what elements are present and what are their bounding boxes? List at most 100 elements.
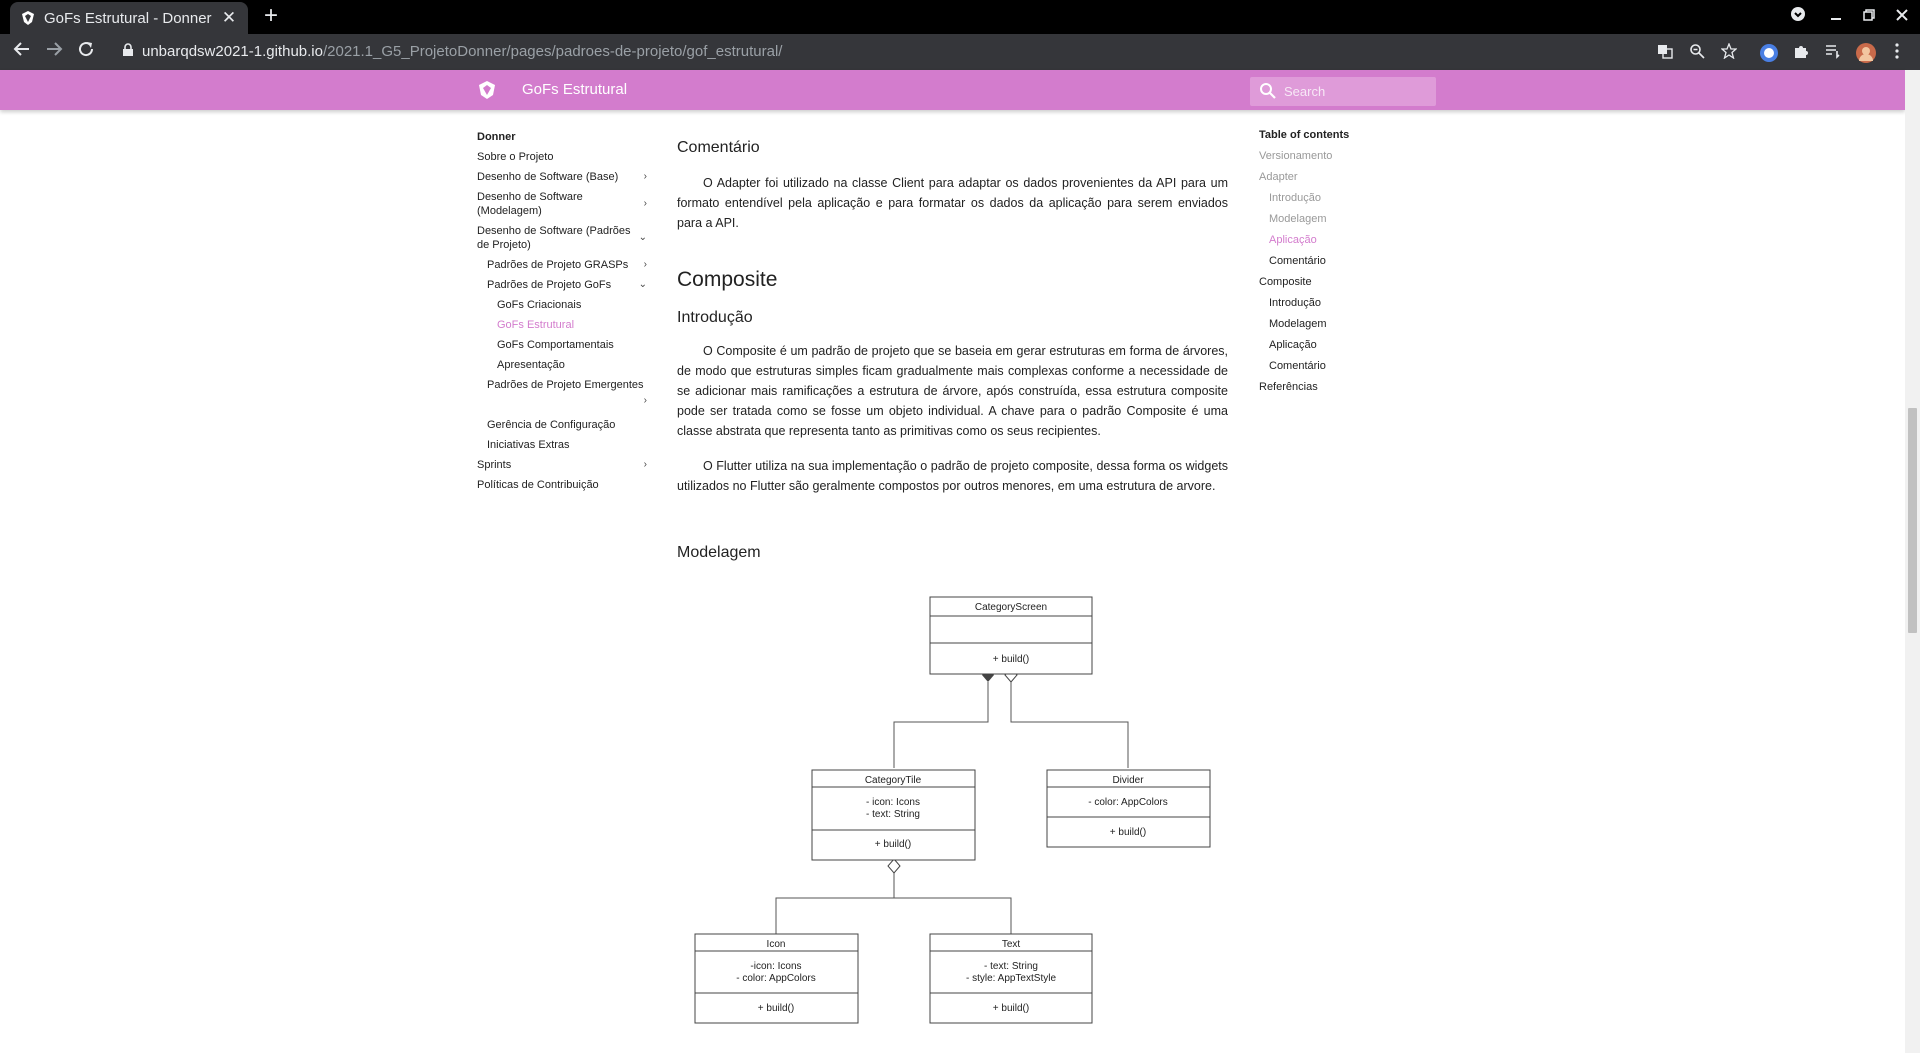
nav-item-label: Iniciativas Extras [487, 439, 570, 451]
nav-item-label: Padrões de Projeto Emergentes [487, 379, 644, 391]
uml-attribute: - text: String [984, 961, 1038, 972]
url-text[interactable]: unbarqdsw2021-1.github.io/2021.1_G5_Proj… [142, 43, 782, 60]
translate-icon[interactable] [1655, 43, 1675, 63]
nav-item-label: GoFs Estrutural [497, 319, 575, 331]
heading-introducao: Introdução [677, 309, 753, 326]
uml-class-name: Text [1002, 939, 1021, 950]
uml-class-text: Text - text: String - style: AppTextStyl… [929, 933, 1093, 1024]
nav-item-gofs[interactable]: Padrões de Projeto GoFs ⌄ [477, 275, 647, 295]
nav-item-politicas[interactable]: Políticas de Contribuição [477, 475, 647, 495]
chevron-right-icon[interactable]: › [644, 197, 647, 211]
heading-modelagem: Modelagem [677, 544, 761, 561]
minimize-icon[interactable] [1825, 6, 1847, 28]
toc-item-composite[interactable]: Composite [1259, 275, 1409, 289]
chevron-down-icon[interactable]: ⌄ [639, 231, 647, 245]
nav-item-label: Apresentação [497, 359, 565, 371]
toc-item-adapter[interactable]: Adapter [1259, 170, 1409, 184]
nav-item-label: Sprints [477, 459, 512, 471]
chevron-down-icon[interactable]: ⌄ [639, 278, 647, 292]
left-navigation: Donner Sobre o Projeto Desenho de Softwa… [477, 127, 647, 495]
uml-class-categorytile: CategoryTile - icon: Icons - text: Strin… [811, 769, 976, 861]
nav-item-label: Desenho de Software (Padrões de Projeto) [477, 225, 631, 251]
chevron-right-icon[interactable]: › [644, 258, 647, 272]
profile-avatar-icon[interactable] [1856, 43, 1876, 63]
composite-uml-diagram: CategoryScreen + build() CategoryTile - … [694, 596, 1211, 1024]
heading-comentario: Comentário [677, 139, 760, 156]
uml-method: + build() [758, 1003, 794, 1014]
toc-item-referencias[interactable]: Referências [1259, 380, 1409, 394]
scrollbar-thumb[interactable] [1908, 408, 1917, 633]
toc-item-composite-modelagem[interactable]: Modelagem [1259, 317, 1409, 331]
nav-item-apresentacao[interactable]: Apresentação [477, 355, 647, 375]
tab-close-icon[interactable]: ✕ [220, 8, 238, 28]
nav-item-sobre-o-projeto[interactable]: Sobre o Projeto [477, 147, 647, 167]
table-of-contents: Table of contents Versionamento Adapter … [1259, 128, 1409, 401]
uml-attribute: - style: AppTextStyle [966, 973, 1056, 984]
nav-item-gerencia[interactable]: Gerência de Configuração [477, 415, 647, 435]
toc-item-adapter-modelagem[interactable]: Modelagem [1259, 212, 1409, 226]
chevron-right-icon[interactable]: › [644, 170, 647, 184]
search-box[interactable]: Search [1250, 77, 1436, 106]
nav-item-label: Padrões de Projeto GoFs [487, 279, 612, 291]
extensions-puzzle-icon[interactable] [1791, 43, 1811, 63]
extension-translate-icon[interactable] [1759, 43, 1779, 63]
back-icon[interactable] [10, 40, 34, 64]
chevron-right-icon[interactable]: › [644, 458, 647, 472]
uml-class-name: CategoryTile [865, 775, 922, 786]
toc-item-adapter-comentario[interactable]: Comentário [1259, 254, 1409, 268]
nav-item-emergentes[interactable]: Padrões de Projeto Emergentes › [477, 375, 647, 411]
nav-item-gofs-estrutural[interactable]: GoFs Estrutural [477, 315, 647, 335]
nav-root-label: Donner [477, 131, 516, 143]
toc-title: Table of contents [1259, 129, 1350, 141]
site-header: GoFs Estrutural Search [0, 70, 1905, 110]
nav-root-donner[interactable]: Donner [477, 127, 647, 147]
uml-class-name: Divider [1112, 775, 1144, 786]
nav-item-gofs-criacionais[interactable]: GoFs Criacionais [477, 295, 647, 315]
forward-icon[interactable] [42, 40, 66, 64]
nav-item-desenho-padroes[interactable]: Desenho de Software (Padrões de Projeto)… [477, 221, 647, 255]
donner-logo-icon[interactable] [477, 80, 497, 100]
uml-class-name: Icon [767, 939, 786, 950]
uml-attribute: - icon: Icons [866, 797, 920, 808]
browser-tab[interactable]: GoFs Estrutural - Donner ✕ [10, 2, 248, 34]
uml-class-name: CategoryScreen [975, 602, 1047, 613]
nav-item-iniciativas[interactable]: Iniciativas Extras [477, 435, 647, 455]
zoom-icon[interactable] [1687, 43, 1707, 63]
nav-item-label: Políticas de Contribuição [477, 479, 599, 491]
new-tab-button[interactable]: + [258, 4, 284, 30]
bookmark-star-icon[interactable] [1719, 42, 1739, 63]
paragraph-intro-1: O Composite é um padrão de projeto que s… [677, 344, 1228, 438]
search-input[interactable]: Search [1284, 84, 1325, 99]
toc-item-composite-introducao[interactable]: Introdução [1259, 296, 1409, 310]
nav-item-grasps[interactable]: Padrões de Projeto GRASPs › [477, 255, 647, 275]
nav-item-label: Sobre o Projeto [477, 151, 554, 163]
toc-item-adapter-introducao[interactable]: Introdução [1259, 191, 1409, 205]
toc-item-versionamento[interactable]: Versionamento [1259, 149, 1409, 163]
nav-item-desenho-base[interactable]: Desenho de Software (Base) › [477, 167, 647, 187]
close-window-icon[interactable] [1891, 6, 1913, 28]
nav-item-label: Padrões de Projeto GRASPs [487, 259, 629, 271]
nav-item-desenho-modelagem[interactable]: Desenho de Software (Modelagem) › [477, 187, 647, 221]
reading-list-icon[interactable] [1823, 43, 1843, 63]
uml-aggregation-diamond [887, 858, 901, 874]
paragraph-intro-2: O Flutter utiliza na sua implementação o… [677, 459, 1228, 493]
uml-method: + build() [875, 839, 911, 850]
tab-title: GoFs Estrutural - Donner [44, 9, 212, 27]
nav-item-gofs-comportamentais[interactable]: GoFs Comportamentais [477, 335, 647, 355]
toc-item-adapter-aplicacao[interactable]: Aplicação [1259, 233, 1409, 247]
heading-composite: Composite [677, 268, 778, 291]
toc-item-composite-comentario[interactable]: Comentário [1259, 359, 1409, 373]
nav-item-sprints[interactable]: Sprints › [477, 455, 647, 475]
tab-search-icon[interactable] [1787, 6, 1809, 28]
nav-item-label: GoFs Comportamentais [497, 339, 614, 351]
browser-menu-icon[interactable] [1887, 43, 1907, 63]
restore-icon[interactable] [1858, 6, 1880, 28]
site-title[interactable]: GoFs Estrutural [522, 81, 627, 98]
uml-attribute: -icon: Icons [750, 961, 801, 972]
chevron-right-icon[interactable]: › [644, 394, 647, 408]
toc-item-composite-aplicacao[interactable]: Aplicação [1259, 338, 1409, 352]
lock-icon[interactable] [118, 43, 138, 63]
uml-class-divider: Divider - color: AppColors + build() [1046, 769, 1211, 848]
browser-tab-bar: GoFs Estrutural - Donner ✕ + [0, 0, 1920, 34]
reload-icon[interactable] [74, 40, 98, 64]
